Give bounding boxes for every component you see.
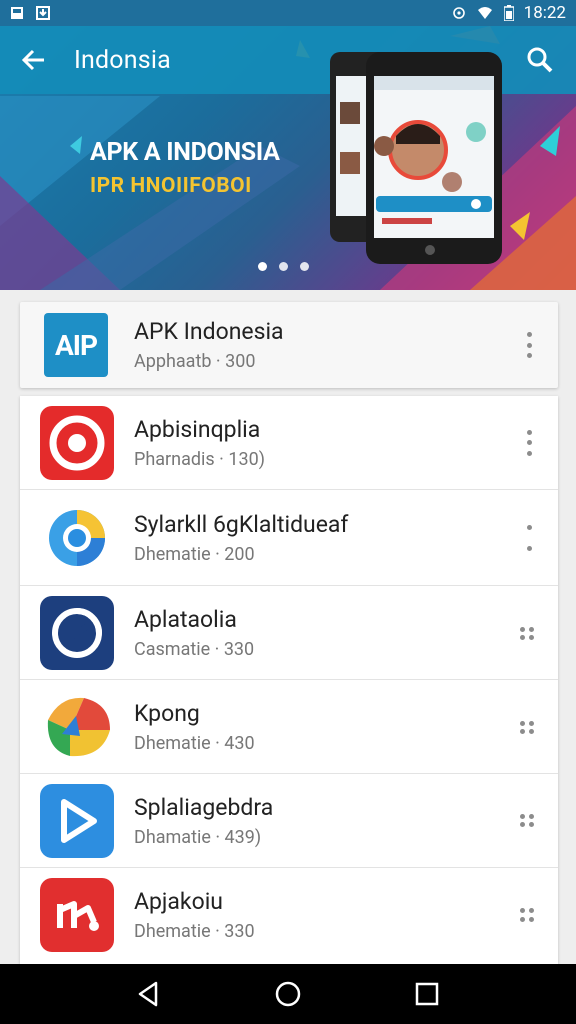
more-options-icon[interactable] bbox=[520, 908, 534, 922]
chrome-like-icon bbox=[40, 501, 114, 575]
nav-home-icon[interactable] bbox=[273, 979, 303, 1009]
target-icon bbox=[40, 405, 114, 480]
nav-recents-icon[interactable] bbox=[412, 979, 442, 1009]
app-meta: Dhematie · 430 bbox=[134, 732, 255, 754]
play-icon bbox=[40, 783, 114, 858]
nav-back-icon[interactable] bbox=[134, 979, 164, 1009]
navigation-bar bbox=[0, 964, 576, 1024]
app-name: Apbisinqplia bbox=[134, 415, 261, 443]
app-name: Sylarkll 6gKlaltidueaf bbox=[134, 510, 349, 538]
more-options-icon[interactable] bbox=[524, 332, 534, 358]
status-time: 18:22 bbox=[523, 3, 566, 23]
search-icon[interactable] bbox=[524, 44, 556, 76]
hero-subhead: IPR HNOIIFOBOI bbox=[90, 174, 252, 198]
app-name: Kpong bbox=[134, 699, 200, 727]
arrow-back-icon[interactable] bbox=[20, 46, 48, 74]
more-options-icon[interactable] bbox=[520, 626, 534, 640]
carousel-dot[interactable] bbox=[279, 262, 288, 271]
list-item[interactable]: Apbisinqplia Pharnadis · 130) bbox=[20, 396, 558, 490]
more-options-icon[interactable] bbox=[524, 524, 534, 551]
more-options-icon[interactable] bbox=[524, 429, 534, 456]
carousel-dot[interactable] bbox=[258, 262, 267, 271]
list-item[interactable]: Splaliagebdra Dhamatie · 439) bbox=[20, 774, 558, 868]
list-item[interactable]: Apjakoiu Dhematie · 330 bbox=[20, 868, 558, 962]
list-item[interactable]: Sylarkll 6gKlaltidueaf Dhematie · 200 bbox=[20, 490, 558, 586]
battery-icon bbox=[503, 5, 514, 21]
app-meta: Dhematie · 330 bbox=[134, 921, 255, 942]
toolbar-title: Indonsia bbox=[74, 45, 171, 75]
maps-like-icon bbox=[40, 690, 114, 764]
download-icon bbox=[36, 6, 50, 20]
featured-app-card[interactable]: AIP APK Indonesia Apphaatb · 300 bbox=[20, 302, 558, 388]
app-name: Aplataolia bbox=[134, 605, 237, 633]
more-options-icon[interactable] bbox=[520, 720, 534, 734]
list-item[interactable]: Aplataolia Casmatie · 330 bbox=[20, 586, 558, 680]
list-item[interactable]: Kpong Dhematie · 430 bbox=[20, 680, 558, 774]
carousel-dot[interactable] bbox=[300, 262, 309, 271]
more-options-icon[interactable] bbox=[520, 813, 534, 828]
app-meta: Apphaatb · 300 bbox=[134, 351, 256, 372]
app-list: Apbisinqplia Pharnadis · 130) Sylarkll 6… bbox=[20, 396, 558, 964]
wifi-icon bbox=[477, 7, 492, 19]
tool-icon bbox=[40, 878, 114, 952]
app-logo-icon: AIP bbox=[44, 313, 108, 377]
app-meta: Pharnadis · 130) bbox=[134, 448, 265, 470]
clock-icon bbox=[40, 595, 114, 670]
hero-banner[interactable]: Indonsia APK A INDONSIA IPR HNOIIFOBOI bbox=[0, 26, 576, 290]
app-meta: Dhematie · 200 bbox=[134, 543, 255, 565]
status-bar: 18:22 bbox=[0, 0, 576, 26]
app-meta: Casmatie · 330 bbox=[134, 638, 255, 660]
carousel-dots[interactable] bbox=[258, 262, 309, 271]
app-name: APK Indonesia bbox=[134, 318, 284, 345]
sim-card-icon bbox=[11, 7, 23, 19]
sync-icon bbox=[452, 7, 465, 19]
app-name: Splaliagebdra bbox=[134, 793, 274, 821]
app-meta: Dhamatie · 439) bbox=[134, 826, 262, 848]
phone-mockup-image bbox=[330, 52, 502, 264]
app-name: Apjakoiu bbox=[134, 888, 223, 915]
hero-headline: APK A INDONSIA bbox=[90, 138, 280, 167]
